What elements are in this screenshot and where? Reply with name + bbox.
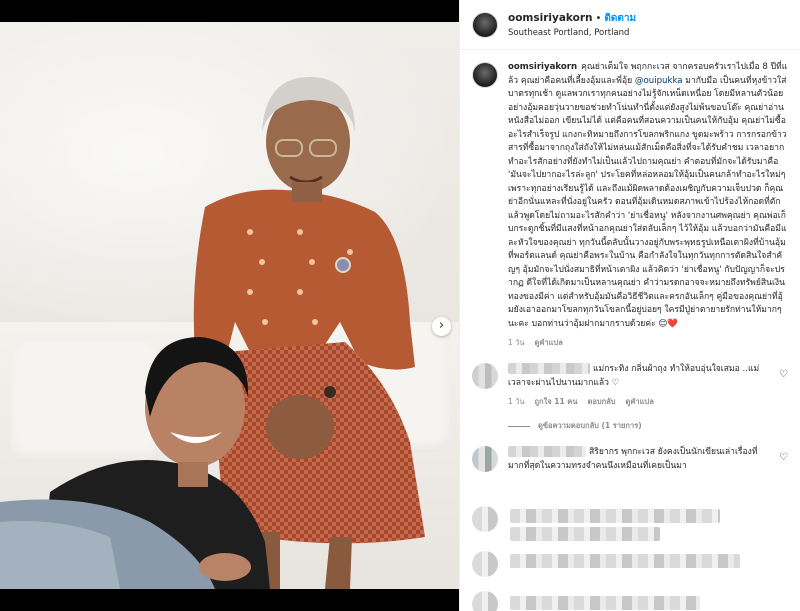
post-location[interactable]: Southeast Portland, Portland [508,26,636,40]
commenter-username-blurred[interactable] [508,446,586,457]
caption-meta: 1 วัน ดูคำแปล [508,337,788,349]
caption-time[interactable]: 1 วัน [508,338,525,347]
author-info: oomsiriyakorn • ติดตาม Southeast Portland,… [508,9,636,40]
comment-text: แม่กระทิง กลิ่นผ้าถุง ทำให้อบอุ่นใจเสมอ … [508,363,770,390]
post-photo-pane: › [0,0,459,611]
blurred-avatar [472,551,498,577]
caption-username[interactable]: oomsiriyakorn [508,62,577,72]
commenter-avatar-blurred[interactable] [472,363,498,389]
replies-divider-line [508,425,530,427]
comment-body: แม่กระทิง กลิ่นผ้าถุง ทำให้อบอุ่นใจเสมอ … [508,363,770,408]
heart-outline-icon[interactable]: ♡ [779,452,788,463]
blurred-comment [510,596,700,610]
comment-meta: 1 วัน ถูกใจ 11 คน ตอบกลับ ดูคำแปล [508,396,770,408]
comment-time[interactable]: 1 วัน [508,397,525,406]
view-replies-label: ดูข้อความตอบกลับ (1 รายการ) [538,421,642,430]
blurred-avatar [472,591,498,611]
blurred-comment [510,509,720,523]
caption-mention-link[interactable]: @ouipukka [635,76,683,86]
caption-body: oomsiriyakorn คุณย่าเต็มใจ พฤกกะเวส จากคร… [508,61,788,349]
commenter-username-blurred[interactable] [508,363,590,374]
reply-button[interactable]: ตอบกลับ [587,397,615,406]
caption-text: oomsiriyakorn คุณย่าเต็มใจ พฤกกะเวส จากคร… [508,61,788,331]
see-translation-button[interactable]: ดูคำแปล [626,397,654,406]
heart-outline-icon[interactable]: ♡ [779,369,788,380]
post-header: oomsiriyakorn • ติดตาม Southeast Portland,… [460,0,800,50]
author-username[interactable]: oomsiriyakorn [508,12,593,24]
comment-text: สิริยากร พุกกะเวส ยังคงเป็นนักเขียนเล่าเ… [508,446,770,473]
photo-people-illustration [0,77,425,589]
post-caption: oomsiriyakorn คุณย่าเต็มใจ พฤกกะเวส จากคร… [472,61,788,349]
separator-dot: • [595,13,602,24]
caption-text-part: มากับมือ เป็นคนที่หุงข้าวใส่บาตรทุกเช้า … [508,75,787,329]
comment-body: สิริยากร พุกกะเวส ยังคงเป็นนักเขียนเล่าเ… [508,446,770,473]
instagram-post: › oomsiriyakorn • ติดตาม Southeast Portlan… [0,0,800,611]
caption-emoji: 😊❤️ [658,318,679,329]
caption-author-avatar[interactable] [472,62,498,88]
comments-section[interactable]: oomsiriyakorn คุณย่าเต็มใจ พฤกกะเวส จากคร… [460,51,800,611]
see-translation-button[interactable]: ดูคำแปล [535,338,563,347]
commenter-avatar-blurred[interactable] [472,446,498,472]
comment-item: สิริยากร พุกกะเวส ยังคงเป็นนักเขียนเล่าเ… [472,446,788,473]
post-photo[interactable]: › [0,22,459,589]
chevron-right-icon: › [438,318,445,333]
blurred-comment [510,554,740,568]
carousel-next-button[interactable]: › [432,317,451,336]
blurred-avatar [472,506,498,532]
follow-button[interactable]: ติดตาม [604,13,636,24]
post-details-pane: oomsiriyakorn • ติดตาม Southeast Portland,… [459,0,800,611]
view-replies-button[interactable]: ดูข้อความตอบกลับ (1 รายการ) [508,420,788,432]
blurred-comment [510,527,660,541]
author-avatar[interactable] [472,11,498,38]
comment-item: แม่กระทิง กลิ่นผ้าถุง ทำให้อบอุ่นใจเสมอ … [472,363,788,408]
comment-likes[interactable]: ถูกใจ 11 คน [535,397,578,406]
